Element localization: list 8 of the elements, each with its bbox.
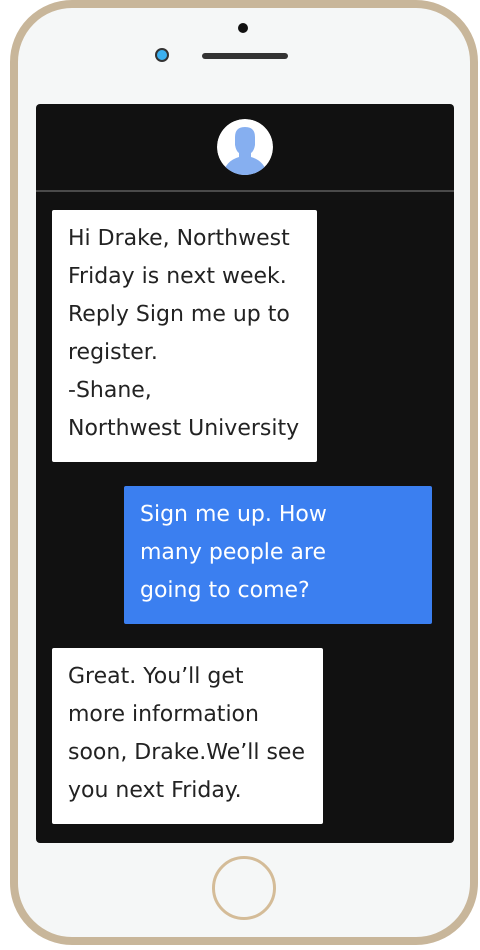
- received-message: Hi Drake, Northwest Friday is next week. Reply Sign me up to register. -Shane, Northwest University: [52, 210, 318, 462]
- sensor-icon: [238, 23, 248, 33]
- camera-icon: [155, 48, 169, 62]
- avatar-icon: [217, 119, 273, 175]
- home-button[interactable]: [212, 856, 276, 920]
- sent-message: Sign me up. How many people are going to come?: [124, 486, 432, 624]
- speaker-icon: [202, 53, 288, 59]
- received-message: Great. You’ll get more information soon, Drake.We’ll see you next Friday.: [52, 648, 324, 824]
